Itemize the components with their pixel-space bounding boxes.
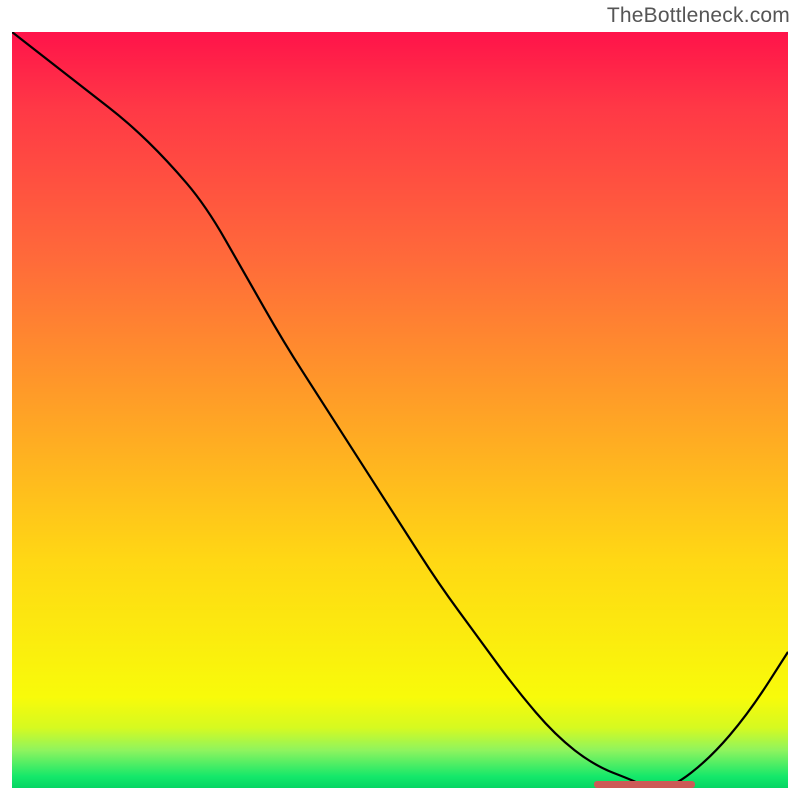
optimal-range-marker — [594, 781, 695, 788]
chart-wrapper: TheBottleneck.com — [0, 0, 800, 800]
bottleneck-curve — [12, 32, 788, 788]
watermark-text: TheBottleneck.com — [607, 4, 790, 28]
curve-path — [12, 32, 788, 788]
